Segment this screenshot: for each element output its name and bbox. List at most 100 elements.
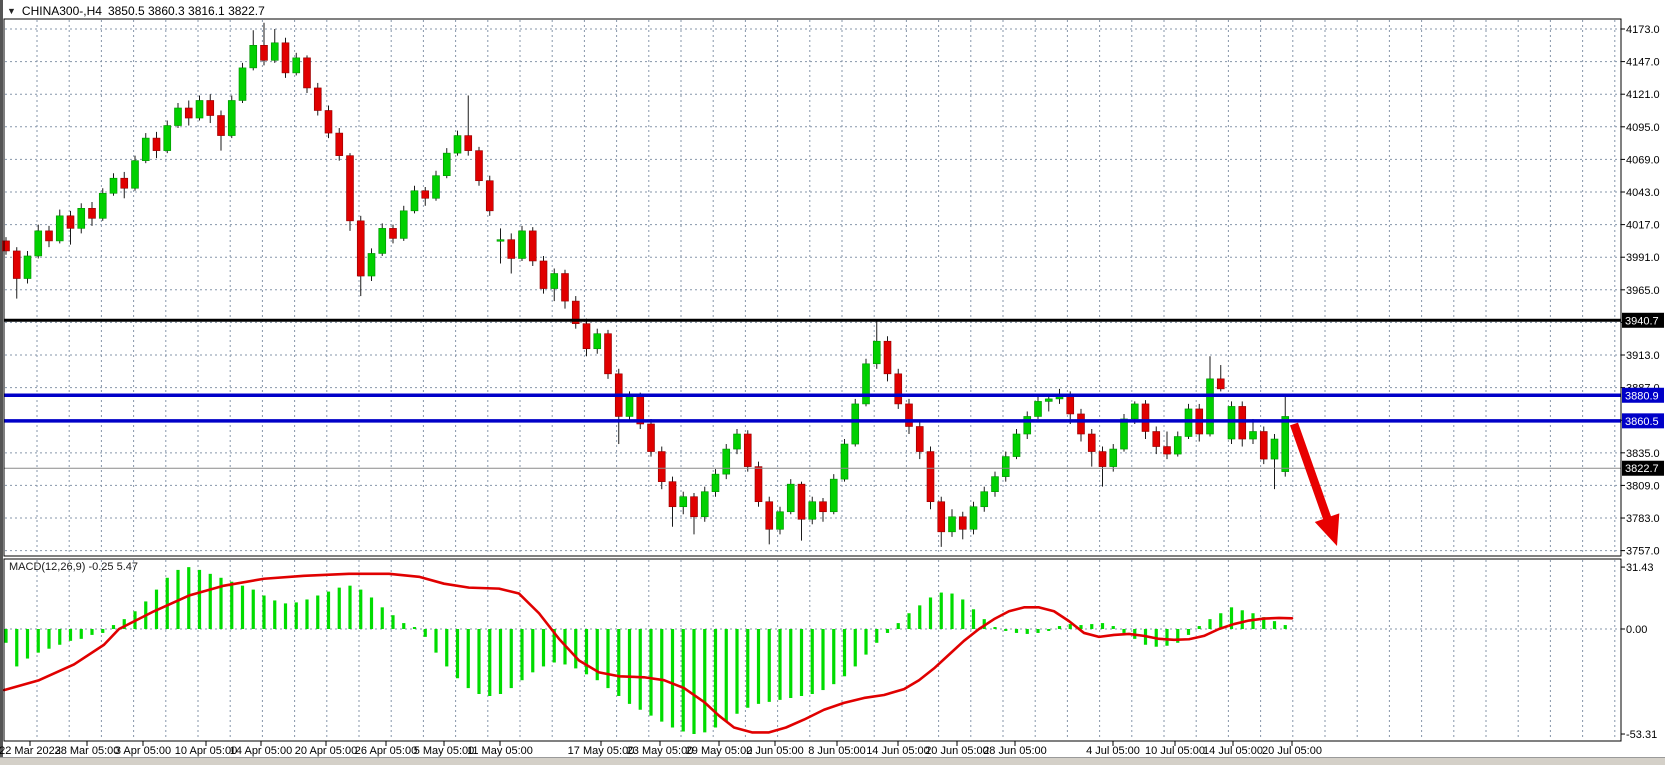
price-axis-label: 3783.0: [1626, 513, 1660, 525]
date-axis-label: 8 Jun 05:00: [808, 745, 866, 757]
candle-body: [325, 111, 332, 134]
candle-body: [1185, 409, 1192, 437]
candle-body: [486, 181, 493, 211]
candle-body: [185, 108, 192, 118]
candle-body: [841, 444, 848, 479]
price-axis-label: 3991.0: [1626, 252, 1660, 264]
date-axis-label: 28 Jun 05:00: [983, 745, 1047, 757]
candle-body: [508, 240, 515, 259]
candle-body: [1002, 457, 1009, 477]
price-axis-label: 3757.0: [1626, 546, 1660, 558]
candle-body: [1260, 432, 1267, 460]
price-badge-label: 3860.5: [1625, 416, 1659, 428]
candle-body: [755, 467, 762, 502]
candle-body: [1099, 452, 1106, 467]
candle-body: [153, 138, 160, 151]
date-axis-label: 20 Jul 05:00: [1262, 745, 1322, 757]
candle-body: [411, 191, 418, 211]
price-axis-label: 4147.0: [1626, 57, 1660, 69]
date-axis-label: 14 Apr 05:00: [230, 745, 292, 757]
date-axis-label: 4 Jul 05:00: [1086, 745, 1140, 757]
date-axis-label: 28 Mar 05:00: [55, 745, 120, 757]
candle-body: [691, 497, 698, 517]
price-badge-label: 3822.7: [1625, 463, 1659, 475]
candle-body: [873, 341, 880, 364]
status-strip: [0, 757, 1665, 765]
candle-body: [669, 482, 676, 507]
candle-body: [357, 221, 364, 276]
price-axis-label: 4069.0: [1626, 154, 1660, 166]
candle-body: [476, 151, 483, 181]
candle-body: [906, 404, 913, 427]
candle-body: [239, 68, 246, 101]
candle-body: [304, 58, 311, 88]
date-axis-label: 23 May 05:00: [627, 745, 694, 757]
candle-body: [830, 479, 837, 512]
candle-body: [1174, 437, 1181, 455]
candle-body: [1131, 404, 1138, 419]
candle-body: [863, 364, 870, 404]
macd-axis-label: 31.43: [1626, 562, 1654, 574]
price-axis-label: 4043.0: [1626, 187, 1660, 199]
candle-body: [282, 43, 289, 73]
date-axis-label: 29 May 05:00: [686, 745, 753, 757]
candle-body: [938, 502, 945, 532]
candle-body: [78, 208, 85, 228]
candle-body: [723, 449, 730, 474]
candle-body: [626, 396, 633, 416]
candle-body: [271, 43, 278, 61]
candle-body: [250, 45, 257, 68]
candle-body: [347, 156, 354, 221]
candle-body: [1078, 414, 1085, 434]
symbol-dropdown-icon[interactable]: ▼: [7, 6, 16, 16]
date-axis-label: 10 Apr 05:00: [175, 745, 237, 757]
candle-body: [820, 502, 827, 512]
candle-body: [916, 426, 923, 451]
candle-body: [1207, 379, 1214, 434]
candle-body: [1110, 449, 1117, 467]
candle-body: [992, 477, 999, 492]
candle-body: [368, 253, 375, 276]
candle-body: [314, 88, 321, 111]
candle-body: [981, 492, 988, 507]
candle-body: [207, 100, 214, 115]
candle-body: [540, 261, 547, 289]
candle-body: [1250, 432, 1257, 440]
candle-body: [228, 100, 235, 135]
symbol-period-label: CHINA300-,H4: [22, 4, 102, 18]
trading-chart-window: 4173.04147.04121.04095.04069.04043.04017…: [0, 0, 1665, 765]
price-axis-label: 3913.0: [1626, 350, 1660, 362]
price-axis-label: 4121.0: [1626, 89, 1660, 101]
candle-body: [884, 341, 891, 374]
candle-body: [422, 191, 429, 199]
candle-body: [734, 434, 741, 449]
candle-body: [132, 161, 139, 189]
price-axis-label: 3835.0: [1626, 448, 1660, 460]
date-axis-label: 20 Apr 05:00: [295, 745, 357, 757]
candle-body: [1013, 434, 1020, 457]
candle-body: [1282, 416, 1289, 471]
macd-indicator-label: MACD(12,26,9) -0.25 5.47: [9, 561, 138, 573]
date-axis-label: 26 Apr 05:00: [355, 745, 417, 757]
date-axis-label: 11 May 05:00: [467, 745, 533, 757]
candle-body: [46, 231, 53, 241]
date-axis-label: 17 May 05:00: [568, 745, 635, 757]
candle-body: [798, 484, 805, 519]
candle-body: [658, 452, 665, 482]
candle-body: [949, 517, 956, 532]
candle-body: [465, 136, 472, 151]
candle-body: [56, 216, 63, 241]
date-axis-label: 5 May 05:00: [414, 745, 475, 757]
candle-body: [1088, 434, 1095, 452]
candle-body: [293, 58, 300, 73]
candle-body: [400, 211, 407, 239]
candle-body: [852, 404, 859, 444]
price-badge-label: 3940.7: [1625, 315, 1659, 327]
macd-axis-label: -53.31: [1626, 729, 1657, 741]
date-axis-label: 2 Jun 05:00: [746, 745, 804, 757]
candle-body: [519, 231, 526, 259]
chart-canvas[interactable]: 4173.04147.04121.04095.04069.04043.04017…: [0, 0, 1665, 765]
candle-body: [895, 374, 902, 404]
candle-body: [744, 434, 751, 467]
window-left-edge: [0, 0, 3, 757]
